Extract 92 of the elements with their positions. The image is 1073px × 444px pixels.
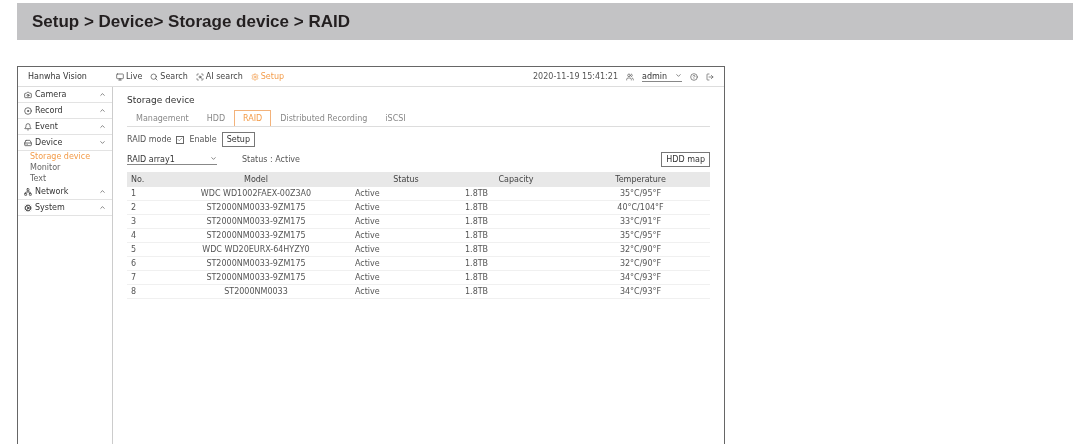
chevron-icon: [99, 188, 106, 195]
table-cell: Active: [351, 257, 461, 271]
monitor-icon: [116, 72, 124, 81]
table-cell: ST2000NM0033: [161, 285, 351, 299]
nav-link[interactable]: Live: [116, 72, 143, 81]
enable-checkbox[interactable]: [176, 135, 185, 144]
table-cell: 1.8TB: [461, 187, 571, 201]
table-cell: Active: [351, 243, 461, 257]
check-icon: [177, 136, 184, 143]
sidebar-subitem[interactable]: Text: [18, 173, 112, 184]
tab[interactable]: HDD: [197, 110, 235, 126]
section-heading: Setup > Device> Storage device > RAID: [17, 3, 1073, 40]
table-cell: 34°C/93°F: [571, 285, 710, 299]
table-cell: WDC WD1002FAEX-00Z3A0: [161, 187, 351, 201]
page-title: Storage device: [127, 95, 196, 105]
network-icon: [24, 187, 32, 196]
sidebar-item[interactable]: System: [18, 200, 112, 216]
status-text: Status : Active: [242, 155, 301, 164]
caret-icon: [210, 154, 217, 162]
table-cell: 2: [127, 201, 161, 215]
chevron-icon: [99, 123, 106, 130]
sidebar-item[interactable]: Device: [18, 135, 112, 151]
table-cell: 1.8TB: [461, 285, 571, 299]
table-cell: 3: [127, 215, 161, 229]
table-cell: 1.8TB: [461, 257, 571, 271]
tab[interactable]: iSCSI: [376, 110, 415, 126]
column-header: Model: [161, 172, 351, 187]
setup-button[interactable]: Setup: [221, 132, 255, 147]
table-cell: ST2000NM0033-9ZM175: [161, 271, 351, 285]
hdd-map-button[interactable]: HDD map: [661, 152, 710, 167]
tab[interactable]: Distributed Recording: [271, 110, 377, 126]
table-cell: WDC WD20EURX-64HYZY0: [161, 243, 351, 257]
scan-search-icon: [195, 72, 204, 81]
table-cell: 32°C/90°F: [571, 243, 710, 257]
search-icon: [150, 72, 159, 81]
disc-icon: [24, 106, 32, 115]
sidebar-item[interactable]: Record: [18, 103, 112, 119]
raid-mode-label: RAID mode: [127, 135, 172, 144]
table-cell: 8: [127, 285, 161, 299]
table-cell: 6: [127, 257, 161, 271]
users-icon[interactable]: [626, 72, 634, 81]
table-cell: Active: [351, 187, 461, 201]
table-cell: Active: [351, 285, 461, 299]
user-dropdown[interactable]: admin: [642, 71, 682, 82]
table-cell: 1.8TB: [461, 271, 571, 285]
table-cell: 1.8TB: [461, 229, 571, 243]
table-cell: 1.8TB: [461, 243, 571, 257]
raid-array-dropdown[interactable]: RAID array1: [127, 154, 217, 165]
table-cell: 4: [127, 229, 161, 243]
column-header: Capacity: [461, 172, 571, 187]
table-cell: Active: [351, 201, 461, 215]
table-cell: 1.8TB: [461, 201, 571, 215]
chevron-icon: [99, 91, 106, 98]
table-cell: 1: [127, 187, 161, 201]
column-header: Status: [351, 172, 461, 187]
chevron-icon: [99, 139, 106, 146]
chevron-icon: [99, 204, 106, 211]
nav-link[interactable]: Search: [150, 72, 188, 81]
table-cell: ST2000NM0033-9ZM175: [161, 215, 351, 229]
logo: Hanwha Vision: [28, 72, 88, 81]
table-cell: ST2000NM0033-9ZM175: [161, 229, 351, 243]
table-cell: 1.8TB: [461, 215, 571, 229]
column-header: No.: [127, 172, 161, 187]
table-cell: Active: [351, 215, 461, 229]
table-cell: ST2000NM0033-9ZM175: [161, 201, 351, 215]
table-cell: 5: [127, 243, 161, 257]
table-cell: 33°C/91°F: [571, 215, 710, 229]
nav-link[interactable]: AI search: [195, 72, 243, 81]
table-cell: 35°C/95°F: [571, 187, 710, 201]
help-icon[interactable]: [690, 72, 698, 81]
tab[interactable]: Management: [127, 110, 198, 126]
table-cell: 35°C/95°F: [571, 229, 710, 243]
settings-icon: [250, 72, 259, 81]
table-cell: ST2000NM0033-9ZM175: [161, 257, 351, 271]
table-cell: 40°C/104°F: [571, 201, 710, 215]
chevron-icon: [99, 107, 106, 114]
table-cell: Active: [351, 271, 461, 285]
hard-drive-icon: [24, 138, 32, 147]
sidebar-item[interactable]: Camera: [18, 87, 112, 103]
date-time: 2020-11-19 15:41:21: [533, 72, 618, 81]
sidebar-subitem[interactable]: Monitor: [18, 162, 112, 173]
table-cell: Active: [351, 229, 461, 243]
column-header: Temperature: [571, 172, 710, 187]
enable-label: Enable: [189, 135, 217, 144]
table-cell: 7: [127, 271, 161, 285]
table-cell: 32°C/90°F: [571, 257, 710, 271]
sidebar-item[interactable]: Event: [18, 119, 112, 135]
logout-icon[interactable]: [706, 72, 714, 81]
bell-icon: [24, 122, 32, 131]
table-cell: 34°C/93°F: [571, 271, 710, 285]
caret-icon: [675, 71, 682, 79]
sidebar-item[interactable]: Network: [18, 184, 112, 200]
